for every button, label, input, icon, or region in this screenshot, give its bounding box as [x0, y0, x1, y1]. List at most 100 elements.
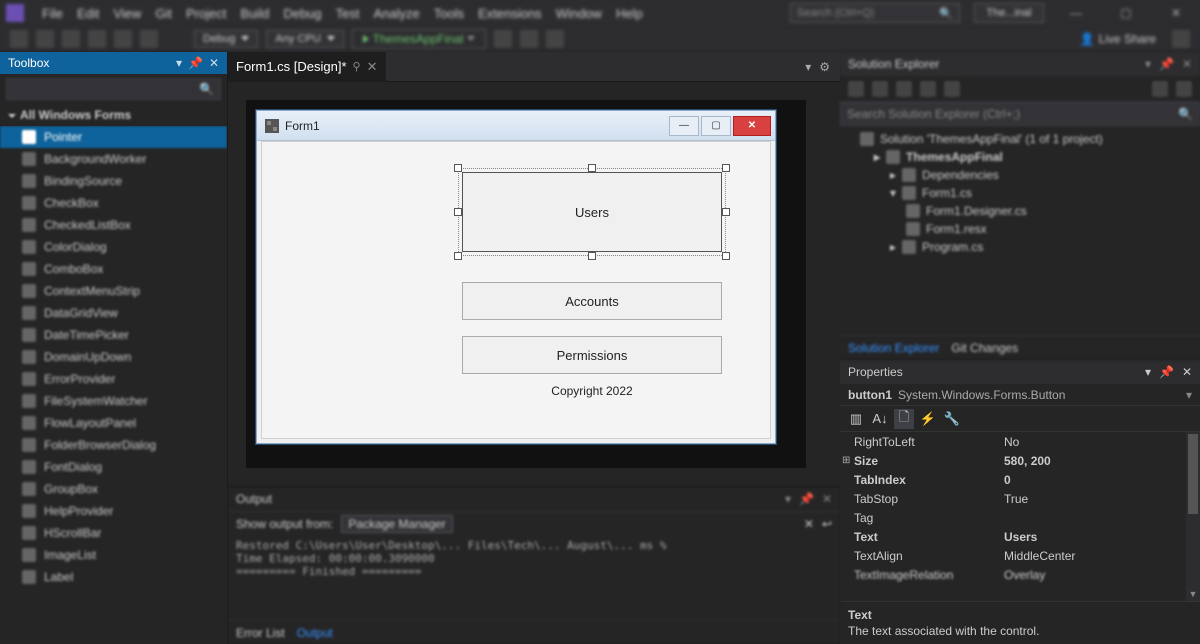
events-icon[interactable]: ⚡ [918, 409, 938, 429]
toolbox-item[interactable]: ColorDialog [0, 236, 227, 258]
toolbox-item[interactable]: BackgroundWorker [0, 148, 227, 170]
project-badge[interactable]: The...inal [974, 3, 1044, 23]
toolbar-icon[interactable] [494, 30, 512, 48]
output-source-dropdown[interactable]: Package Manager [341, 515, 452, 533]
resize-handle[interactable] [454, 208, 462, 216]
nav-fwd-icon[interactable] [36, 30, 54, 48]
collapse-icon[interactable] [896, 81, 912, 97]
winforms-form[interactable]: Form1 — ▢ ✕ Users [256, 110, 776, 444]
window-maximize-icon[interactable]: ▢ [1108, 6, 1144, 20]
toolbox-search-input[interactable]: 🔍 [6, 78, 221, 100]
toolbox-item[interactable]: HScrollBar [0, 522, 227, 544]
live-share-button[interactable]: 👤Live Share [1072, 32, 1164, 46]
toolbox-item[interactable]: GroupBox [0, 478, 227, 500]
properties-icon[interactable]: 🗋 [894, 409, 914, 429]
feedback-icon[interactable] [1172, 30, 1190, 48]
scroll-thumb[interactable] [1188, 434, 1198, 514]
form-minimize-icon[interactable]: — [669, 116, 699, 136]
pin-icon[interactable]: 📌 [188, 56, 203, 70]
nav-back-icon[interactable] [10, 30, 28, 48]
toolbox-item[interactable]: FolderBrowserDialog [0, 434, 227, 456]
form-close-icon[interactable]: ✕ [733, 116, 771, 136]
clear-icon[interactable]: ✕ [804, 517, 814, 531]
key-icon[interactable] [1176, 81, 1192, 97]
sync-icon[interactable] [944, 81, 960, 97]
start-debug-button[interactable]: ThemesAppFinal [352, 29, 487, 49]
toolbox-item[interactable]: HelpProvider [0, 500, 227, 522]
window-minimize-icon[interactable]: — [1058, 6, 1094, 20]
property-row[interactable]: Tag [840, 508, 1200, 527]
chevron-down-icon[interactable]: ▾ [805, 60, 811, 74]
pin-icon[interactable]: 📌 [1159, 365, 1174, 379]
menu-debug[interactable]: Debug [283, 6, 321, 21]
property-value[interactable]: Users [1004, 530, 1194, 544]
toolbox-item[interactable]: ImageList [0, 544, 227, 566]
form-client-area[interactable]: Users Accounts [261, 141, 771, 439]
toolbox-item[interactable]: Label [0, 566, 227, 588]
resize-handle[interactable] [722, 208, 730, 216]
chevron-down-icon[interactable]: ▾ [1145, 365, 1151, 379]
window-close-icon[interactable]: ✕ [1158, 6, 1194, 20]
resize-handle[interactable] [588, 164, 596, 172]
output-text[interactable]: Restored C:\Users\User\Desktop\... Files… [228, 535, 840, 620]
toolbox-item[interactable]: CheckBox [0, 192, 227, 214]
close-icon[interactable]: ✕ [1182, 365, 1192, 379]
close-icon[interactable]: ✕ [367, 59, 378, 75]
toolbox-item[interactable]: DataGridView [0, 302, 227, 324]
scroll-down-icon[interactable]: ▼ [1186, 587, 1200, 601]
toolbar-icon[interactable] [520, 30, 538, 48]
menu-extensions[interactable]: Extensions [478, 6, 542, 21]
menu-test[interactable]: Test [336, 6, 360, 21]
tab-output[interactable]: Output [297, 626, 333, 640]
pin-icon[interactable]: 📌 [799, 492, 814, 506]
property-row[interactable]: TextImageRelationOverlay [840, 565, 1200, 584]
toolbox-item[interactable]: BindingSource [0, 170, 227, 192]
close-icon[interactable]: ✕ [209, 56, 219, 70]
global-search-input[interactable]: Search (Ctrl+Q)🔍 [790, 3, 960, 23]
property-value[interactable]: 0 [1004, 473, 1194, 487]
property-row[interactable]: TabStopTrue [840, 489, 1200, 508]
properties-grid[interactable]: ▲ ▼ RightToLeftNo⊞Size580, 200TabIndex0T… [840, 432, 1200, 601]
menu-project[interactable]: Project [186, 6, 226, 21]
tab-form-designer[interactable]: Form1.cs [Design]* ⚲ ✕ [228, 52, 386, 82]
property-value[interactable]: True [1004, 492, 1194, 506]
wrap-icon[interactable]: ↩ [822, 517, 832, 531]
property-row[interactable]: ⊞Size580, 200 [840, 451, 1200, 470]
menu-edit[interactable]: Edit [77, 6, 99, 21]
button-users[interactable]: Users [462, 172, 722, 252]
button-accounts[interactable]: Accounts [462, 282, 722, 320]
wrench-icon[interactable] [1152, 81, 1168, 97]
solution-explorer-search[interactable]: Search Solution Explorer (Ctrl+;)🔍 [840, 102, 1200, 126]
button-permissions[interactable]: Permissions [462, 336, 722, 374]
tab-git-changes[interactable]: Git Changes [951, 341, 1018, 355]
property-row[interactable]: TabIndex0 [840, 470, 1200, 489]
designer-surface[interactable]: Form1 — ▢ ✕ Users [228, 82, 840, 486]
platform-dropdown[interactable]: Any CPU [266, 30, 343, 48]
menu-build[interactable]: Build [240, 6, 269, 21]
toolbox-item[interactable]: DateTimePicker [0, 324, 227, 346]
property-row[interactable]: TextUsers [840, 527, 1200, 546]
resize-handle[interactable] [454, 252, 462, 260]
toolbar-icon[interactable] [546, 30, 564, 48]
property-value[interactable]: 580, 200 [1004, 454, 1194, 468]
alphabetical-icon[interactable]: A↓ [870, 409, 890, 429]
property-row[interactable]: TextAlignMiddleCenter [840, 546, 1200, 565]
toolbox-item[interactable]: DomainUpDown [0, 346, 227, 368]
save-all-icon[interactable] [140, 30, 158, 48]
resize-handle[interactable] [722, 164, 730, 172]
menu-help[interactable]: Help [616, 6, 643, 21]
toolbox-item[interactable]: ComboBox [0, 258, 227, 280]
menu-git[interactable]: Git [155, 6, 172, 21]
menu-tools[interactable]: Tools [434, 6, 464, 21]
properties-object-selector[interactable]: button1 System.Windows.Forms.Button ▾ [840, 384, 1200, 406]
categorized-icon[interactable]: ▥ [846, 409, 866, 429]
chevron-down-icon[interactable]: ▾ [1186, 388, 1192, 402]
menu-window[interactable]: Window [556, 6, 602, 21]
close-icon[interactable]: ✕ [1182, 57, 1192, 71]
new-project-icon[interactable] [62, 30, 80, 48]
toolbox-item[interactable]: FileSystemWatcher [0, 390, 227, 412]
solution-tree[interactable]: Solution 'ThemesAppFinal' (1 of 1 projec… [840, 126, 1200, 335]
property-value[interactable]: Overlay [1004, 568, 1194, 582]
save-icon[interactable] [114, 30, 132, 48]
pin-icon[interactable]: ⚲ [353, 60, 361, 73]
